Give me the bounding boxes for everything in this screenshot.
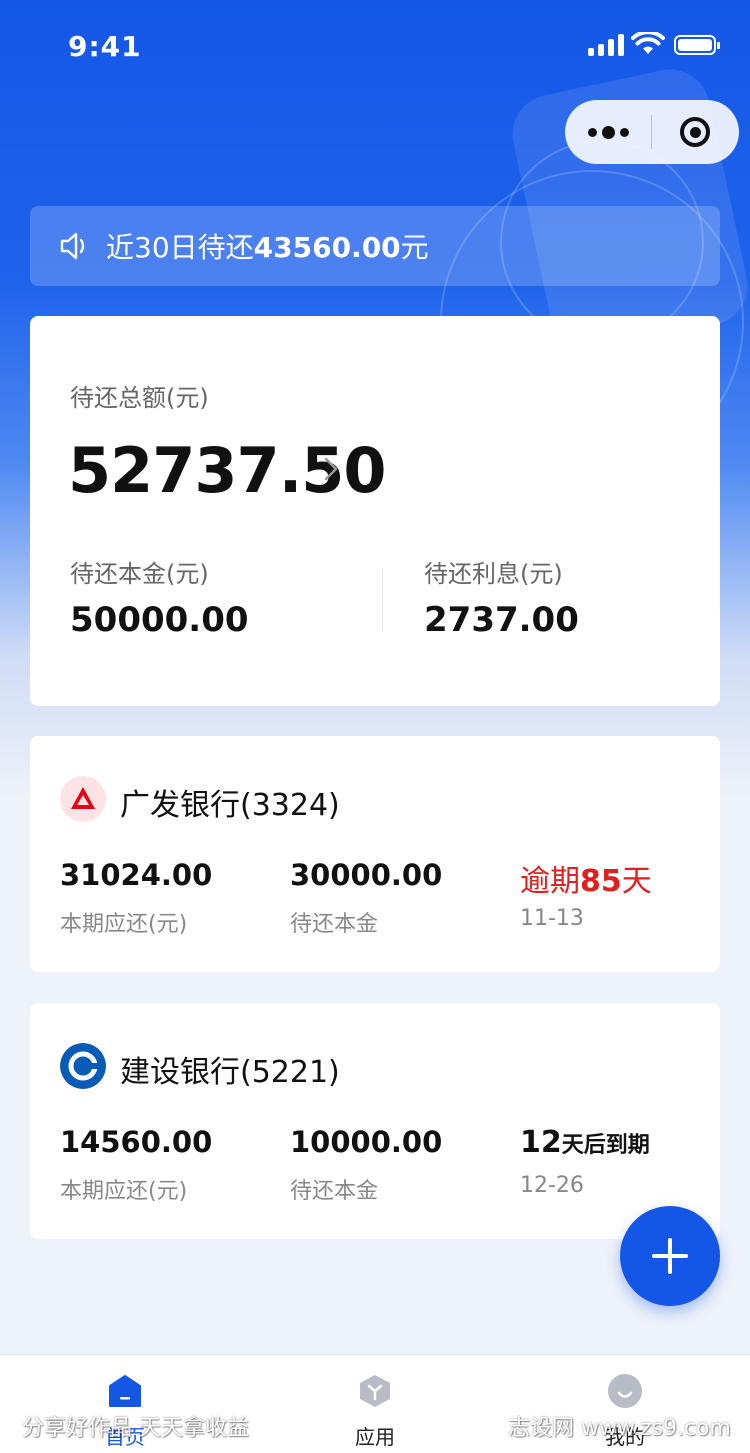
bank-name: 建设银行(5221) <box>120 1055 340 1090</box>
more-options-button[interactable] <box>565 125 651 139</box>
remaining-principal-label: 待还本金 <box>290 1179 379 1204</box>
interest-label: 待还利息(元) <box>424 560 563 588</box>
notice-text: 近30日待还43560.00元 <box>106 231 429 264</box>
close-miniprogram-button[interactable] <box>652 117 738 147</box>
interest-amount: 2737.00 <box>424 600 579 640</box>
watermark-right: 志设网 www.zs9.com <box>508 1416 731 1441</box>
principal-amount: 50000.00 <box>70 600 249 640</box>
cellular-signal-icon <box>588 34 624 56</box>
current-due-amount: 14560.00 <box>60 1125 213 1159</box>
home-icon <box>109 1375 141 1407</box>
ccb-bank-logo-icon <box>60 1043 106 1089</box>
status-bar: 9:41 <box>0 0 750 96</box>
notice-amount: 43560.00 <box>253 231 401 264</box>
target-icon <box>680 117 710 147</box>
loan-card-gf-bank[interactable]: 广发银行(3324) 31024.00 本期应还(元) 30000.00 待还本… <box>30 736 720 972</box>
summary-divider <box>382 568 383 632</box>
tab-label: 应用 <box>355 1425 395 1449</box>
bank-name: 广发银行(3324) <box>120 788 340 823</box>
chevron-right-icon[interactable] <box>322 456 340 482</box>
due-status: 12天后到期 <box>520 1125 650 1160</box>
apps-icon <box>360 1375 390 1407</box>
due-date: 11-13 <box>520 906 584 931</box>
speaker-icon <box>60 232 85 260</box>
watermark-left: 分享好作品 天天拿收益 <box>22 1416 249 1441</box>
principal-label: 待还本金(元) <box>70 560 209 588</box>
status-time: 9:41 <box>68 30 142 63</box>
current-due-label: 本期应还(元) <box>60 912 188 937</box>
add-loan-button[interactable] <box>620 1206 720 1306</box>
miniprogram-capsule <box>565 100 739 164</box>
wifi-icon <box>631 32 665 54</box>
repayment-summary-card: 待还总额(元) 52737.50 待还本金(元) 50000.00 待还利息(元… <box>30 316 720 706</box>
loan-card-ccb-bank[interactable]: 建设银行(5221) 14560.00 本期应还(元) 10000.00 待还本… <box>30 1003 720 1239</box>
battery-icon <box>674 35 720 55</box>
current-due-label: 本期应还(元) <box>60 1179 188 1204</box>
gf-bank-logo-icon <box>60 776 106 822</box>
remaining-principal: 30000.00 <box>290 858 443 892</box>
notice-bar[interactable]: 近30日待还43560.00元 <box>30 206 720 286</box>
tab-apps[interactable]: 应用 <box>250 1355 500 1453</box>
remaining-principal: 10000.00 <box>290 1125 443 1159</box>
due-date: 12-26 <box>520 1173 584 1198</box>
remaining-principal-label: 待还本金 <box>290 912 379 937</box>
overdue-status: 逾期85天 <box>520 864 652 899</box>
total-label: 待还总额(元) <box>70 384 209 412</box>
profile-icon <box>608 1374 642 1408</box>
current-due-amount: 31024.00 <box>60 858 213 892</box>
